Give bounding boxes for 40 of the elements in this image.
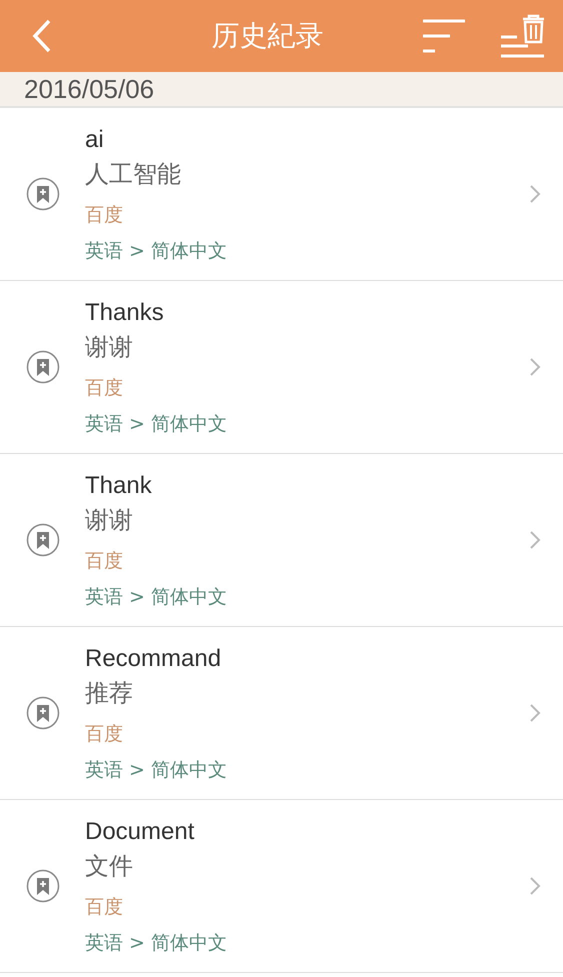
source-word: Thanks [85,298,165,328]
chevron-right-icon [529,184,541,204]
chevron-right-icon [529,357,541,377]
source-word: Thank [85,471,153,501]
language-pair: 英语 > 简体中文 [85,758,228,783]
translation: 文件 [85,851,134,882]
translation: 推荐 [85,678,134,709]
language-pair: 英语 > 简体中文 [85,931,228,956]
translation: 人工智能 [85,159,182,190]
chevron-right-icon [529,876,541,896]
translation: 谢谢 [85,332,134,363]
engine-label: 百度 [85,549,124,574]
history-entry[interactable]: Document 文件 百度 英语 > 简体中文 [0,800,563,973]
source-word: Recommand [85,644,222,674]
history-entry[interactable]: ai 人工智能 百度 英语 > 简体中文 [0,108,563,281]
engine-label: 百度 [85,203,124,228]
language-pair: 英语 > 简体中文 [85,585,228,610]
engine-label: 百度 [85,722,124,747]
engine-label: 百度 [85,376,124,401]
source-word: Document [85,817,196,847]
language-pair: 英语 > 简体中文 [85,412,228,437]
history-entry[interactable]: Recommand 推荐 百度 英语 > 简体中文 [0,627,563,800]
sort-icon[interactable] [423,18,465,54]
chevron-right-icon [529,530,541,550]
history-entry[interactable]: Thank 谢谢 百度 英语 > 简体中文 [0,454,563,627]
engine-label: 百度 [85,895,124,920]
page-title: 历史紀录 [212,18,324,54]
bookmark-add-icon[interactable] [26,869,60,903]
bookmark-add-icon[interactable] [26,177,60,211]
bookmark-add-icon[interactable] [26,523,60,557]
chevron-right-icon [529,703,541,723]
bookmark-add-icon[interactable] [26,696,60,730]
bookmark-add-icon[interactable] [26,350,60,384]
date-label: 2016/05/06 [24,72,154,106]
translation: 谢谢 [85,505,134,536]
source-word: ai [85,125,105,155]
back-icon[interactable] [32,19,52,53]
history-entry[interactable]: Thanks 谢谢 百度 英语 > 简体中文 [0,281,563,454]
language-pair: 英语 > 简体中文 [85,239,228,264]
clear-list-icon[interactable] [501,14,545,58]
